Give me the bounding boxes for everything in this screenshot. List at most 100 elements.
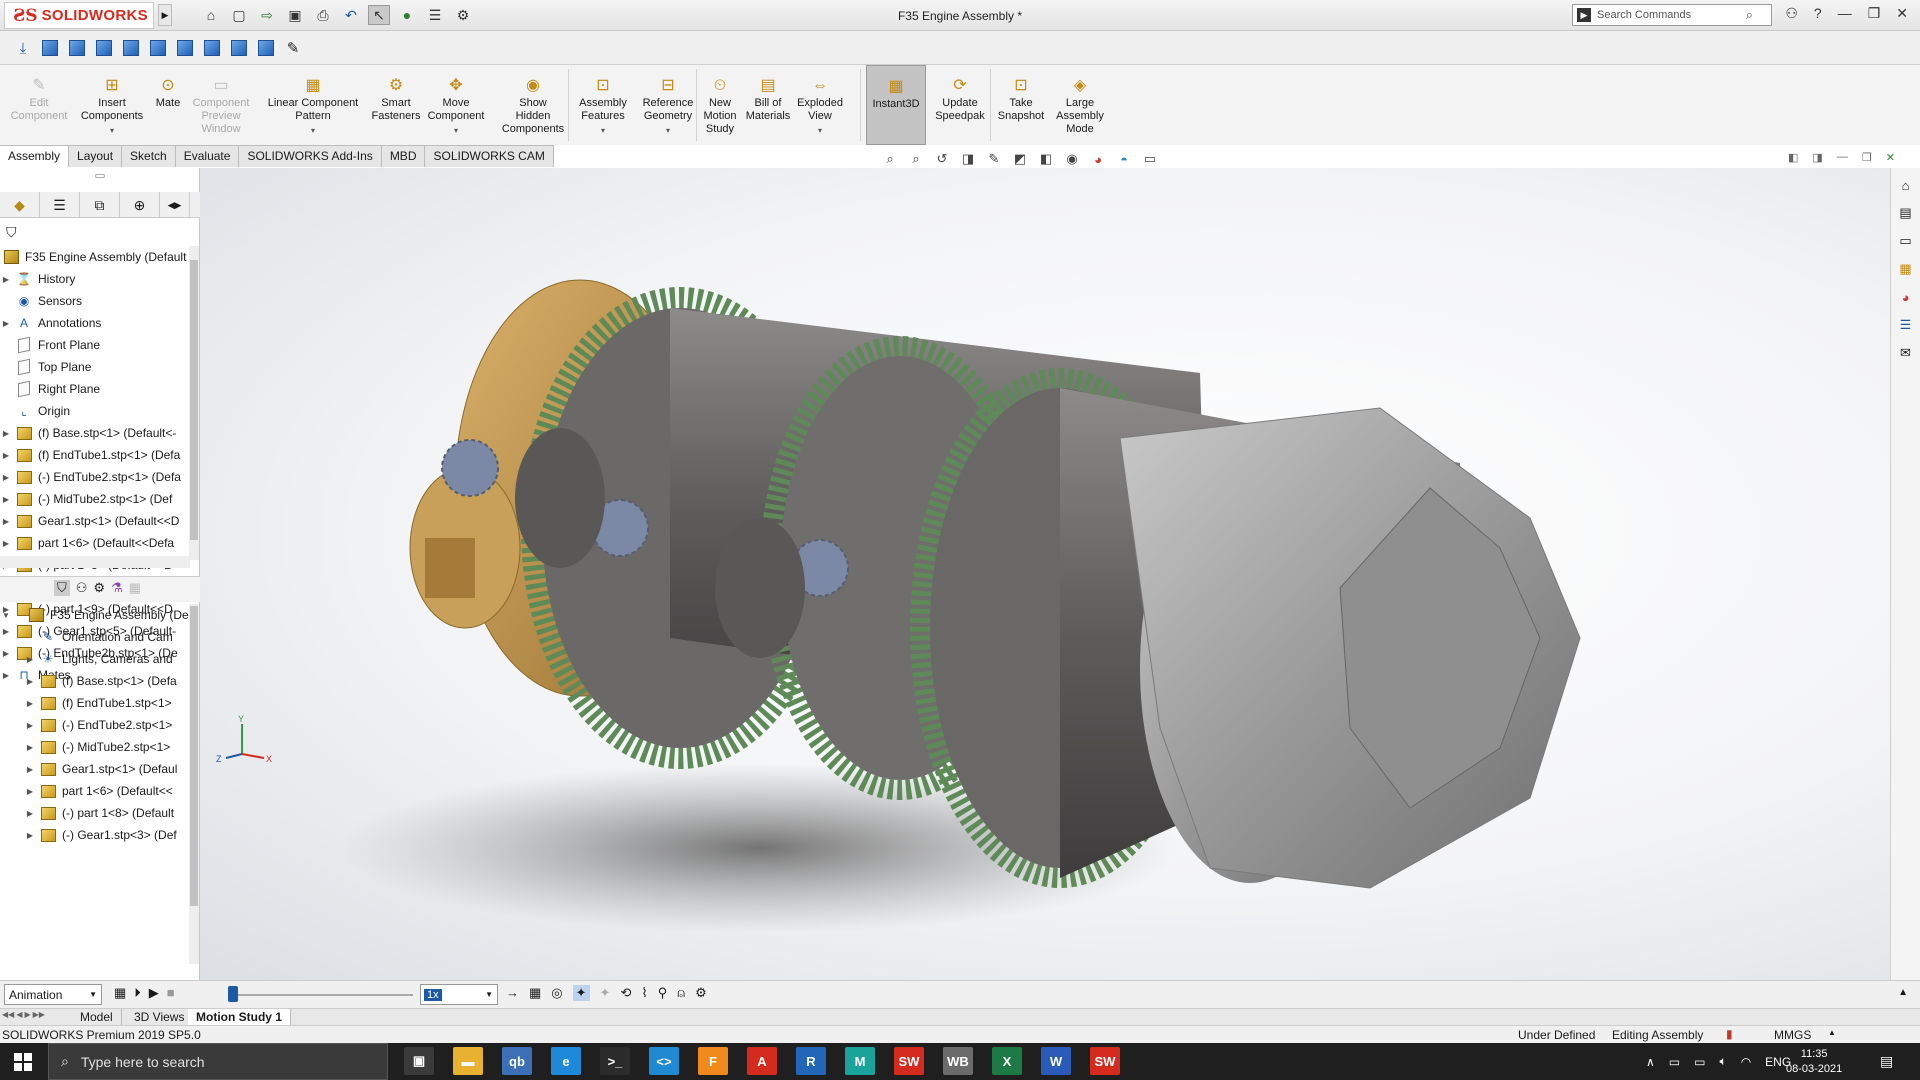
dropdown-caret-icon[interactable]: ▾ [311, 124, 315, 137]
viewport-restore-icon[interactable]: ❐ [1862, 151, 1872, 164]
solidworks-logo[interactable]: ƧS SOLIDWORKS [4, 2, 154, 29]
feature-tree-hscrollbar[interactable] [0, 556, 190, 568]
zoom-to-fit-icon[interactable]: ⌕ [880, 149, 900, 169]
cube-view-9-icon[interactable] [255, 37, 277, 59]
expand-arrow-icon[interactable]: ▶ [0, 539, 12, 548]
feature-tree-tab-icon[interactable]: ◆ [0, 192, 40, 218]
view-orientation-icon[interactable]: ◩ [1010, 149, 1030, 169]
add-key-icon[interactable]: ✦ [600, 985, 611, 1001]
tree-item[interactable]: ▶ (-) MidTube2.stp<1> (Def [0, 488, 190, 510]
viewport-close-icon[interactable]: ✕ [1886, 151, 1895, 164]
r-app-icon[interactable]: R [796, 1047, 826, 1075]
filter-results-icon[interactable]: ⚗ [111, 580, 123, 596]
section-view-icon[interactable]: ◨ [958, 149, 978, 169]
rebuild-icon[interactable]: ● [396, 5, 418, 25]
acrobat-app-icon[interactable]: A [747, 1047, 777, 1075]
previous-view-icon[interactable]: ↺ [932, 149, 952, 169]
tree-item[interactable]: ▶ A Annotations [0, 312, 190, 334]
tab-layout[interactable]: Layout [69, 145, 123, 167]
tree-item[interactable]: ▶ (-) Gear1.stp<3> (Def [0, 824, 190, 846]
apply-scene-icon[interactable]: ◓ [1114, 149, 1134, 169]
motion-study-properties-icon[interactable]: ⚙ [695, 985, 707, 1001]
cube-view-2-icon[interactable] [66, 37, 88, 59]
exploded-view-button[interactable]: ⇔ Exploded View ▾ [796, 65, 844, 145]
filter-driving-icon[interactable]: ⚇ [76, 580, 88, 596]
tray-overflow-icon[interactable]: ∧ [1646, 1055, 1655, 1069]
playback-speed-select[interactable]: 1x ▼ [420, 984, 498, 1005]
new-motion-study-button[interactable]: ⏲ New Motion Study [700, 65, 740, 145]
select-cursor-icon[interactable]: ↖ [368, 5, 390, 25]
expand-arrow-icon[interactable]: ▶ [0, 319, 12, 328]
expand-arrow-icon[interactable]: ▶ [24, 699, 36, 708]
menu-expand-arrow-icon[interactable]: ▶ [158, 4, 172, 26]
workbench-app-icon[interactable]: WB [943, 1047, 973, 1075]
dropdown-caret-icon[interactable]: ▾ [110, 124, 114, 137]
expand-arrow-icon[interactable]: ▶ [24, 655, 36, 664]
tab-assembly[interactable]: Assembly [0, 145, 70, 167]
close-icon[interactable]: ✕ [1896, 5, 1908, 22]
expand-arrow-icon[interactable]: ▶ [24, 809, 36, 818]
open-folder-icon[interactable]: ⇨ [256, 5, 278, 25]
autokey-icon[interactable]: ✦ [572, 985, 590, 1001]
filter-icon[interactable]: ⛉ [6, 224, 17, 241]
expand-arrow-icon[interactable]: ▶ [0, 473, 12, 482]
expand-arrow-icon[interactable]: ▶ [24, 677, 36, 686]
qbittorrent-app-icon[interactable]: qb [502, 1047, 532, 1075]
smart-fasteners-button[interactable]: ⚙ Smart Fasteners [370, 65, 422, 145]
file-explorer-app-icon[interactable]: ▬ [453, 1047, 483, 1075]
study-type-select[interactable]: Animation ▼ [4, 984, 102, 1005]
foxit-app-icon[interactable]: F [698, 1047, 728, 1075]
insert-components-button[interactable]: ⊞ Insert Components ▾ [78, 65, 146, 145]
wifi-icon[interactable]: ◠ [1741, 1055, 1751, 1069]
reference-geometry-button[interactable]: ⊟ Reference Geometry ▾ [636, 65, 700, 145]
edge-app-icon[interactable]: e [551, 1047, 581, 1075]
calculate-icon[interactable]: ▦ [114, 985, 126, 1001]
motion-tree-root[interactable]: ▼ F35 Engine Assembly (De [0, 604, 190, 626]
tree-item[interactable]: ▶ (f) Base.stp<1> (Defa [0, 670, 190, 692]
stop-icon[interactable]: ■ [167, 985, 175, 1001]
save-animation-icon[interactable]: ▦ [529, 985, 541, 1001]
bill-of-materials-button[interactable]: ▤ Bill of Materials [746, 65, 791, 145]
save-icon[interactable]: ▣ [284, 5, 306, 25]
edit-component-button[interactable]: ✎ Edit Component [8, 65, 70, 145]
motor-icon[interactable]: ⟲ [620, 985, 631, 1001]
taskbar-search-box[interactable]: ⌕ Type here to search [48, 1043, 388, 1080]
collapse-icon[interactable]: ▦ [129, 580, 141, 596]
tree-root[interactable]: F35 Engine Assembly (Default [0, 246, 190, 268]
help-icon[interactable]: ? [1814, 5, 1822, 22]
search-icon[interactable]: ⌕ [1746, 7, 1753, 23]
user-icon[interactable]: ⚇ [1785, 5, 1798, 22]
rebuild-status-icon[interactable]: ▮ [1726, 1027, 1733, 1041]
file-properties-icon[interactable]: ☰ [424, 5, 446, 25]
edit-appearance-icon[interactable]: ◕ [1088, 149, 1108, 169]
assembly-model-view[interactable]: Y X Z [200, 168, 1890, 980]
assembly-features-button[interactable]: ⊡ Assembly Features ▾ [572, 65, 634, 145]
tree-item[interactable]: ▶ (f) Base.stp<1> (Default<- [0, 422, 190, 444]
tree-item[interactable]: Right Plane [0, 378, 190, 400]
playback-mode-icon[interactable]: → [506, 985, 519, 1001]
tree-item[interactable]: ✎ Orientation and Cam [0, 626, 190, 648]
vscode-app-icon[interactable]: <> [649, 1047, 679, 1075]
zoom-area-icon[interactable]: ⌕ [906, 149, 926, 169]
appearances-icon[interactable]: ◕ [1895, 286, 1917, 308]
terminal-app-icon[interactable]: >_ [600, 1047, 630, 1075]
tab-evaluate[interactable]: Evaluate [175, 145, 240, 167]
expand-arrow-icon[interactable]: ▶ [0, 275, 12, 284]
tile-left-icon[interactable]: ◧ [1788, 151, 1798, 164]
expand-arrow-icon[interactable]: ▶ [24, 765, 36, 774]
cube-view-1-icon[interactable] [39, 37, 61, 59]
forum-icon[interactable]: ✉ [1895, 342, 1917, 364]
meet-now-icon[interactable]: ▭ [1669, 1055, 1680, 1069]
undo-icon[interactable]: ↶ [340, 5, 362, 25]
design-library-icon[interactable]: ▤ [1895, 202, 1917, 224]
display-style-icon[interactable]: ◧ [1036, 149, 1056, 169]
tree-item[interactable]: ▶ Gear1.stp<1> (Default<<D [0, 510, 190, 532]
solidworks-2-app-icon[interactable]: SW [1090, 1047, 1120, 1075]
tree-item[interactable]: ▶ part 1<6> (Default<<Defa [0, 532, 190, 554]
playback-slider[interactable] [228, 994, 413, 996]
take-snapshot-button[interactable]: ⊡ Take Snapshot [994, 65, 1048, 145]
mendeley-app-icon[interactable]: M [845, 1047, 875, 1075]
expand-arrow-icon[interactable]: ▶ [24, 721, 36, 730]
sketch-pencil-icon[interactable]: ✎ [282, 37, 304, 59]
motion-tree-scrollbar[interactable] [189, 604, 199, 964]
